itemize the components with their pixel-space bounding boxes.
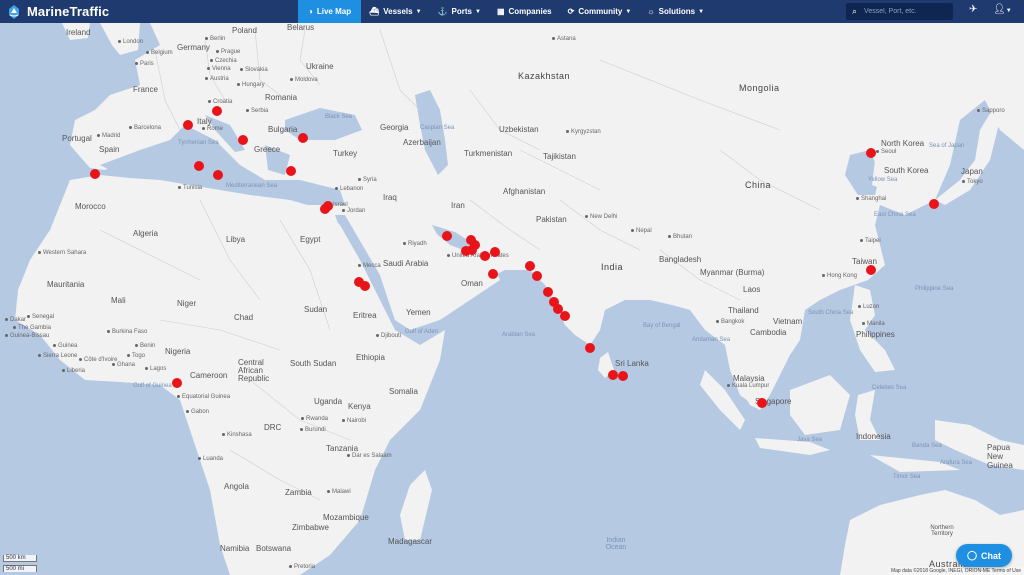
vessel-marker[interactable] [212,106,222,116]
nav-companies-label: Companies [508,7,552,16]
nav-ports[interactable]: ⚓ Ports ▼ [430,0,489,23]
nav-solutions[interactable]: ☼ Solutions ▼ [639,0,712,23]
vessel-markers-layer [90,106,939,408]
vessel-marker[interactable] [618,371,628,381]
nav-live-map-label: Live Map [316,7,352,16]
vessel-marker[interactable] [172,378,182,388]
brand[interactable]: MarineTraffic [0,0,290,23]
brand-name: MarineTraffic [27,4,110,19]
vessel-marker[interactable] [480,251,490,261]
vessel-marker[interactable] [488,269,498,279]
chevron-down-icon: ▼ [625,8,632,15]
vessel-marker[interactable] [298,133,308,143]
chevron-down-icon: ▼ [474,8,481,15]
vessel-marker[interactable] [90,169,100,179]
vessel-marker[interactable] [532,271,542,281]
vessel-marker[interactable] [866,265,876,275]
chat-button[interactable]: ◯ Chat [956,544,1012,567]
vessel-marker[interactable] [360,281,370,291]
ship-icon: ⛴ [369,7,380,16]
vessel-marker[interactable] [442,231,452,241]
sync-icon: ⟳ [567,7,575,16]
search-input[interactable] [862,7,947,16]
nav-vessels-label: Vessels [383,7,413,16]
marinetraffic-logo-icon [9,4,19,19]
chevron-down-icon: ▼ [415,8,422,15]
attribution-text: Map data ©2018 Google, INEGI, ORION-ME T… [890,568,1021,574]
scale-km: 500 km [3,555,37,562]
vessel-marker[interactable] [866,148,876,158]
chat-bubble-icon: ◯ [966,550,978,560]
nav-community[interactable]: ⟳ Community ▼ [560,0,640,23]
nav-community-label: Community [578,7,623,16]
vessel-marker[interactable] [467,245,477,255]
fleet-icon[interactable]: ✈ [969,4,977,15]
vessel-marker[interactable] [543,287,553,297]
vessel-marker[interactable] [929,199,939,209]
chat-label: Chat [981,550,1002,561]
lightbulb-icon: ☼ [647,7,655,16]
user-icon[interactable]: 👤︎▼ [993,4,1012,15]
top-navbar: MarineTraffic ◑ Live Map ⛴ Vessels ▼ ⚓ P… [0,0,1024,23]
vessel-marker[interactable] [238,135,248,145]
main-nav: ◑ Live Map ⛴ Vessels ▼ ⚓ Ports ▼ ▦ Compa… [290,0,712,23]
search-icon: ⌕ [852,6,858,16]
scale-mi-label: 500 mi [6,566,25,572]
nav-vessels[interactable]: ⛴ Vessels ▼ [361,0,429,23]
nav-live-map[interactable]: ◑ Live Map [298,0,362,23]
anchor-icon: ⚓ [437,7,448,16]
marinetraffic-app: MarineTraffic ◑ Live Map ⛴ Vessels ▼ ⚓ P… [0,0,1024,575]
vessel-marker[interactable] [757,398,767,408]
vessel-marker[interactable] [286,166,296,176]
chevron-down-icon: ▼ [698,8,705,15]
vessel-marker[interactable] [525,261,535,271]
vessel-marker[interactable] [585,343,595,353]
nav-solutions-label: Solutions [658,7,696,16]
vessel-marker[interactable] [608,370,618,380]
vessel-marker[interactable] [183,120,193,130]
map-attribution[interactable]: Map data ©2018 Google, INEGI, ORION-ME T… [887,567,1024,575]
building-icon: ▦ [496,7,505,16]
vessel-marker[interactable] [213,170,223,180]
nav-companies[interactable]: ▦ Companies [489,0,560,23]
vessel-marker[interactable] [323,201,333,211]
globe-icon: ◑ [308,7,313,16]
vessel-marker[interactable] [560,311,570,321]
scale-mi: 500 mi [3,565,37,572]
live-map[interactable]: Ireland London Belgium Paris France Germ… [0,23,1024,575]
vessel-marker[interactable] [490,247,500,257]
search-box: ⌕ [846,3,953,20]
scale-km-label: 500 km [6,555,26,561]
nav-ports-label: Ports [451,7,472,16]
vessel-marker[interactable] [194,161,204,171]
